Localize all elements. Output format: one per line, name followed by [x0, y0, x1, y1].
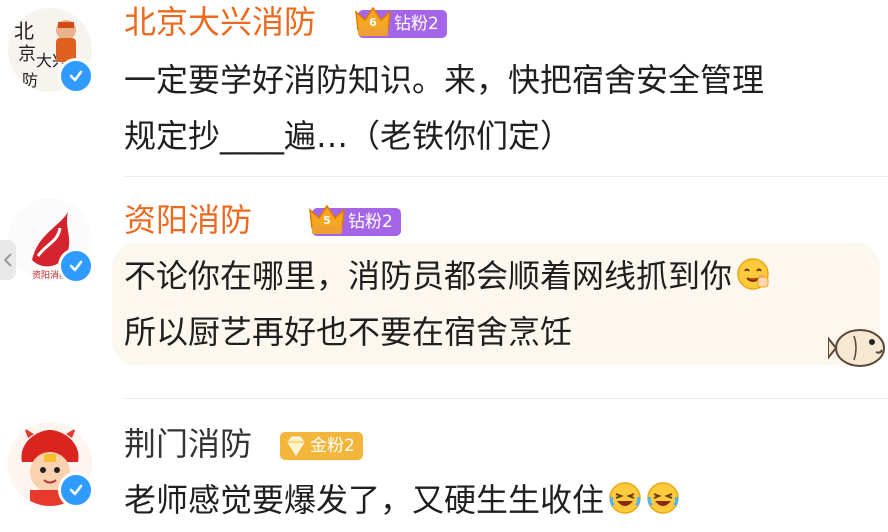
comment-line: 规定抄____遍…（老铁你们定）	[124, 117, 573, 155]
divider	[124, 176, 888, 177]
avatar[interactable]	[8, 422, 94, 508]
chevron-left-icon	[4, 253, 12, 267]
verified-check-icon	[58, 472, 94, 508]
fish-sticker-icon	[827, 320, 888, 380]
crown-icon: 6	[354, 4, 392, 49]
fan-badge: 6 钻粉2	[355, 6, 447, 38]
fan-badge: 5 钻粉2	[309, 204, 401, 236]
comment-line: 所以厨艺再好也不要在宿舍烹饪	[124, 313, 573, 351]
badge-label: 钻粉2	[394, 14, 439, 34]
svg-text:5: 5	[323, 214, 331, 227]
comment-line: 不论你在哪里，消防员都会顺着网线抓到你	[124, 248, 770, 308]
svg-text:北: 北	[14, 19, 34, 43]
svg-text:京: 京	[18, 44, 36, 65]
svg-text:6: 6	[369, 16, 377, 29]
verified-check-icon	[58, 248, 94, 284]
avatar[interactable]: 北 京 大兴 防	[8, 8, 94, 94]
crown-icon: 5	[308, 202, 346, 247]
yum-emoji-icon	[736, 252, 770, 308]
scroll-left-handle[interactable]	[0, 240, 16, 280]
badge-label: 金粉2	[310, 436, 355, 456]
username[interactable]: 北京大兴消防	[124, 2, 316, 42]
comment-line-text: 不论你在哪里，消防员都会顺着网线抓到你	[124, 257, 733, 295]
svg-text:防: 防	[22, 71, 38, 90]
comment-item: 荆门消防 金粉2 老师感觉要爆发了，又硬生生收住	[0, 400, 888, 530]
laugh-cry-emoji-icon	[646, 476, 680, 532]
badge-label: 钻粉2	[348, 212, 393, 232]
comment-line: 一定要学好消防知识。来，快把宿舍安全管理	[124, 61, 765, 99]
username[interactable]: 荆门消防	[124, 424, 252, 464]
comment-line: 老师感觉要爆发了，又硬生生收住	[124, 472, 680, 532]
laugh-cry-emoji-icon	[608, 476, 642, 532]
comment-line-text: 老师感觉要爆发了，又硬生生收住	[124, 481, 605, 519]
avatar[interactable]: 资阳消防	[8, 198, 94, 284]
diamond-icon	[284, 434, 308, 467]
comment-item: 资阳消防 资阳消防 5 钻粉2 不论你在哪里，消防员都会顺着网线抓到你 所以厨艺…	[0, 180, 888, 399]
username[interactable]: 资阳消防	[124, 200, 252, 240]
divider	[124, 398, 888, 399]
verified-check-icon	[58, 58, 94, 94]
fan-badge: 金粉2	[280, 432, 363, 460]
comment-item: 北 京 大兴 防 北京大兴消防 6 钻粉2 一定要学好消防知识。来，快把宿舍安全…	[0, 0, 888, 177]
